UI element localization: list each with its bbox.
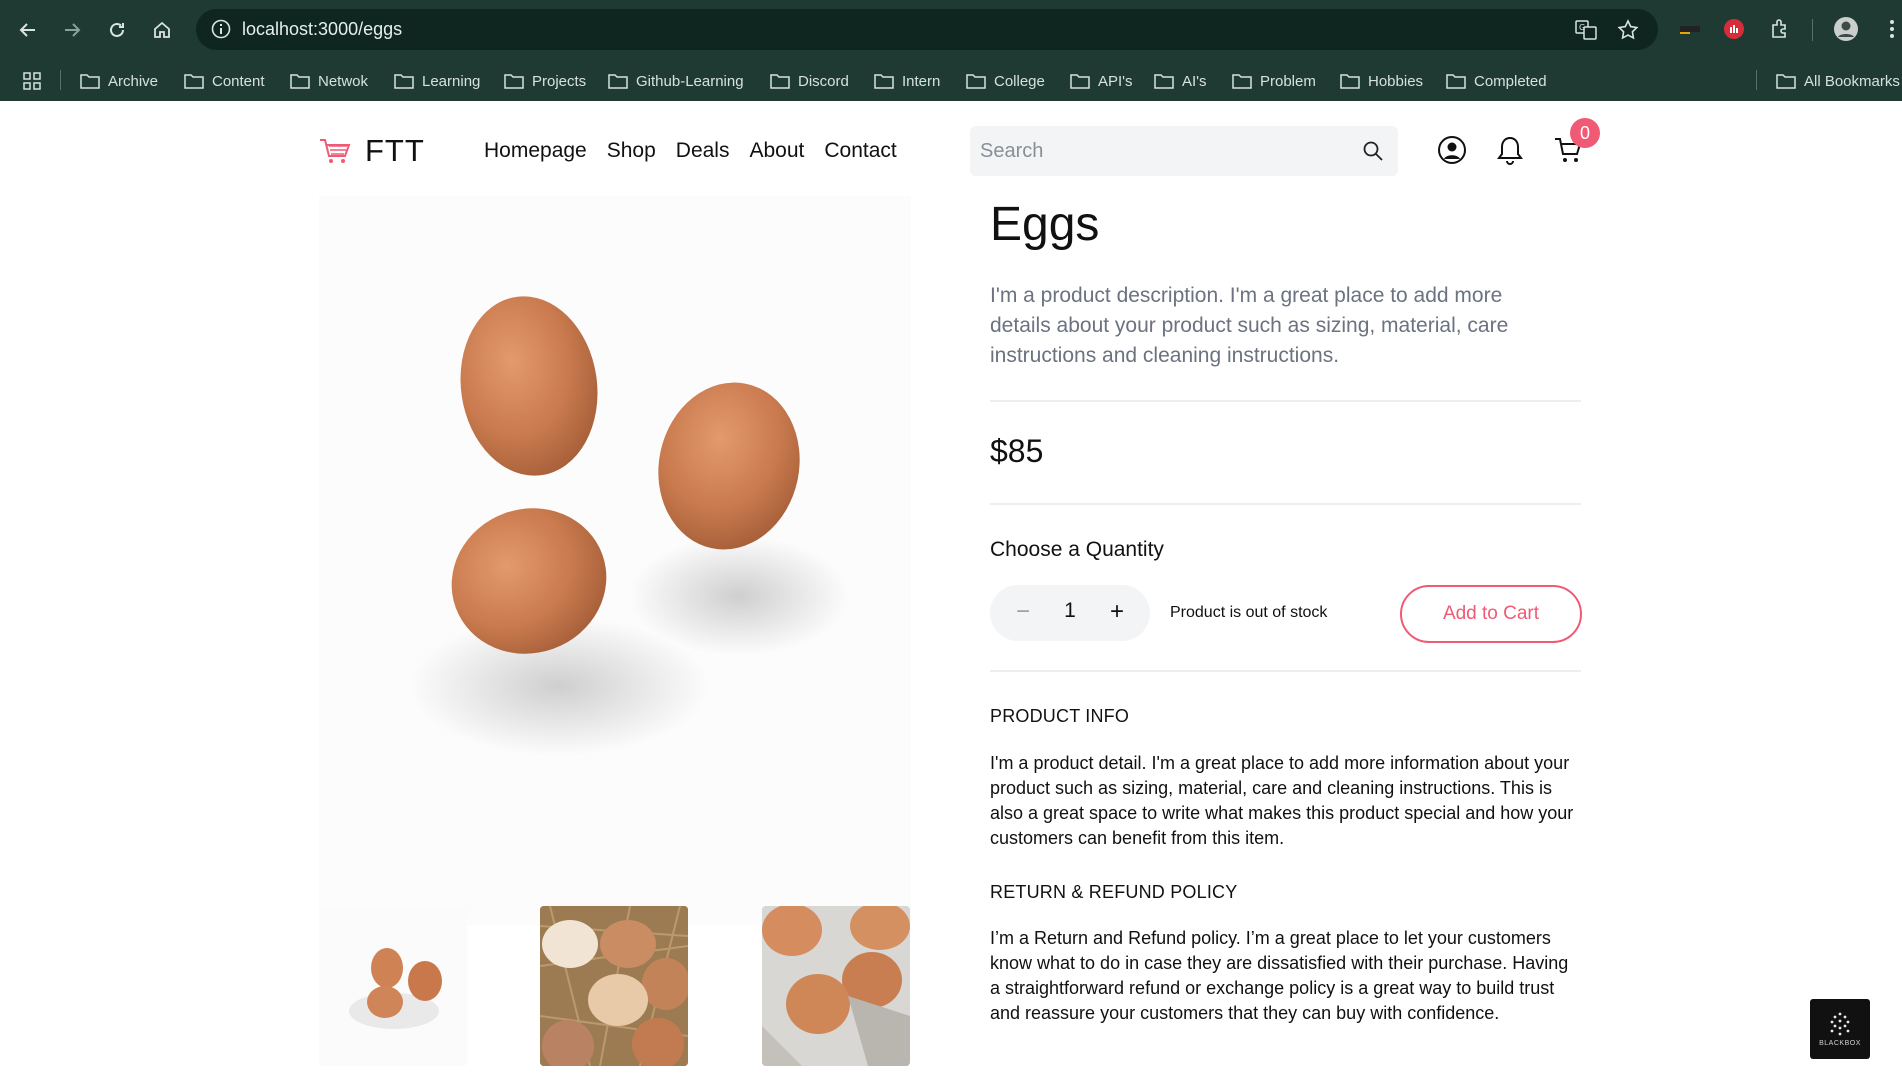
thumbnail-image[interactable] [319, 906, 467, 1066]
quantity-label: Choose a Quantity [990, 538, 1164, 561]
folder-icon [290, 74, 310, 89]
bookmark-folder[interactable]: Learning [394, 68, 480, 94]
bookmark-folder[interactable]: Discord [770, 68, 849, 94]
browser-toolbar: localhost:3000/eggs G [0, 0, 1902, 60]
account-icon[interactable] [1436, 134, 1468, 166]
product-page: FTT Homepage Shop Deals About Contact 0 [0, 101, 1902, 1082]
folder-icon [770, 74, 790, 89]
extensions-puzzle-icon[interactable] [1766, 15, 1794, 43]
blackbox-widget[interactable]: BLACKBOX [1810, 999, 1870, 1059]
product-info-heading: PRODUCT INFO [990, 706, 1130, 726]
bookmark-folder[interactable]: Hobbies [1340, 68, 1423, 94]
folder-icon [966, 74, 986, 89]
folder-icon [1446, 74, 1466, 89]
folder-icon [184, 74, 204, 89]
bookmark-folder[interactable]: Completed [1446, 68, 1547, 94]
forward-icon[interactable] [56, 14, 88, 46]
refund-policy-text: I’m a Return and Refund policy. I’m a gr… [990, 928, 1569, 1023]
profile-avatar-icon[interactable] [1832, 15, 1860, 43]
product-description: I'm a product description. I'm a great p… [990, 284, 1509, 367]
increase-quantity-button[interactable]: + [1102, 597, 1132, 627]
cart-logo-icon [320, 139, 351, 163]
nav-contact[interactable]: Contact [824, 139, 896, 163]
bookmarks-divider [60, 70, 61, 90]
divider [990, 400, 1581, 402]
thumbnail-image[interactable] [540, 906, 688, 1066]
translate-icon[interactable]: G [1574, 18, 1598, 42]
product-price: $85 [990, 433, 1044, 469]
cart-count-badge: 0 [1570, 118, 1600, 148]
folder-icon [1776, 74, 1796, 89]
stock-status: Product is out of stock [1170, 604, 1328, 621]
divider [990, 503, 1581, 505]
home-icon[interactable] [146, 14, 178, 46]
bookmark-folder[interactable]: AI's [1154, 68, 1207, 94]
bookmark-folder[interactable]: College [966, 68, 1045, 94]
blackbox-logo-icon [1830, 1012, 1850, 1036]
adblock-icon[interactable] [1720, 15, 1748, 43]
menu-kebab-icon[interactable] [1878, 15, 1902, 43]
product-main-image [319, 196, 911, 926]
bookmark-folder[interactable]: Github-Learning [608, 68, 744, 94]
nav-deals[interactable]: Deals [676, 139, 730, 163]
folder-icon [608, 74, 628, 89]
bookmark-folder[interactable]: Intern [874, 68, 940, 94]
bookmark-folder[interactable]: Problem [1232, 68, 1316, 94]
nav-about[interactable]: About [749, 139, 804, 163]
decrease-quantity-button[interactable]: − [1008, 597, 1038, 627]
site-info-icon[interactable] [210, 18, 232, 40]
bookmarks-divider [1756, 70, 1757, 90]
folder-icon [874, 74, 894, 89]
search-icon[interactable] [1362, 140, 1384, 162]
quantity-value: 1 [1064, 599, 1076, 622]
back-icon[interactable] [12, 14, 44, 46]
blackbox-label: BLACKBOX [1819, 1040, 1861, 1047]
reload-icon[interactable] [101, 14, 133, 46]
folder-icon [1070, 74, 1090, 89]
folder-icon [1232, 74, 1252, 89]
apps-grid-icon[interactable] [22, 68, 42, 94]
all-bookmarks[interactable]: All Bookmarks [1776, 68, 1900, 94]
folder-icon [504, 74, 524, 89]
svg-text:G: G [1579, 23, 1585, 32]
bookmark-folder[interactable]: Projects [504, 68, 586, 94]
bookmark-folder[interactable]: Archive [80, 68, 158, 94]
product-info-text: I'm a product detail. I'm a great place … [990, 753, 1574, 848]
folder-icon [1340, 74, 1360, 89]
search-bar [970, 126, 1398, 176]
folder-icon [1154, 74, 1174, 89]
bookmark-folder[interactable]: API's [1070, 68, 1133, 94]
main-nav: Homepage Shop Deals About Contact [484, 139, 897, 163]
product-title: Eggs [990, 198, 1100, 251]
site-logo[interactable]: FTT [319, 133, 425, 169]
nav-homepage[interactable]: Homepage [484, 139, 587, 163]
url-text[interactable]: localhost:3000/eggs [242, 19, 402, 40]
quantity-stepper: − 1 + [990, 585, 1150, 641]
nav-shop[interactable]: Shop [607, 139, 656, 163]
add-to-cart-button[interactable]: Add to Cart [1400, 585, 1582, 643]
folder-icon [394, 74, 414, 89]
refund-policy-heading: RETURN & REFUND POLICY [990, 882, 1238, 902]
extension-icon[interactable] [1676, 15, 1704, 43]
toolbar-divider [1812, 19, 1813, 41]
search-input[interactable] [980, 134, 1340, 168]
logo-text: FTT [365, 133, 425, 168]
folder-icon [80, 74, 100, 89]
bell-icon[interactable] [1494, 134, 1526, 166]
address-bar[interactable]: localhost:3000/eggs G [196, 9, 1658, 50]
bookmark-folder[interactable]: Content [184, 68, 265, 94]
browser-chrome: localhost:3000/eggs G Archive Content Ne… [0, 0, 1902, 101]
divider [990, 670, 1581, 672]
bookmark-folder[interactable]: Netwok [290, 68, 368, 94]
thumbnail-image[interactable] [762, 906, 910, 1066]
bookmarks-bar: Archive Content Netwok Learning Projects… [0, 60, 1902, 101]
bookmark-star-icon[interactable] [1616, 18, 1640, 42]
